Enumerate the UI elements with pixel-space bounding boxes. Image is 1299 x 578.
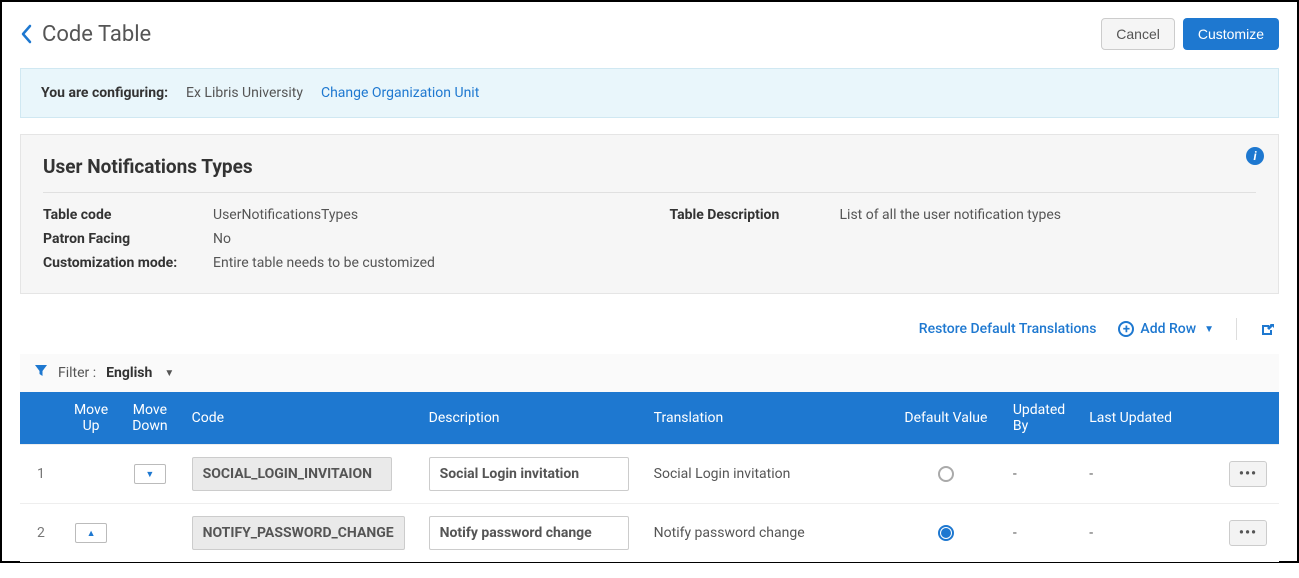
- filter-label: Filter :: [58, 365, 96, 381]
- updated-by-value: -: [1001, 504, 1077, 563]
- chevron-down-icon: ▼: [164, 368, 174, 379]
- back-chevron-icon[interactable]: [20, 24, 34, 44]
- info-icon[interactable]: i: [1246, 147, 1264, 165]
- table-row: 1 ▼ SOCIAL_LOGIN_INVITAION Social Login inv…: [20, 445, 1279, 504]
- config-label: You are configuring:: [41, 85, 168, 101]
- col-move-up: Move Up: [62, 392, 120, 445]
- code-value: NOTIFY_PASSWORD_CHANGE: [192, 516, 405, 550]
- filter-row[interactable]: Filter : English ▼: [20, 354, 1279, 392]
- table-description-label: Table Description: [670, 207, 830, 271]
- description-input[interactable]: Social Login invitation: [429, 457, 629, 491]
- row-actions-button[interactable]: •••: [1229, 520, 1267, 546]
- col-updated-by: Updated By: [1001, 392, 1077, 445]
- move-up-button[interactable]: ▲: [75, 523, 107, 543]
- col-last-updated: Last Updated: [1077, 392, 1217, 445]
- export-button[interactable]: [1259, 322, 1273, 336]
- customize-button[interactable]: Customize: [1183, 18, 1279, 50]
- config-org-name: Ex Libris University: [186, 85, 303, 101]
- add-row-button[interactable]: + Add Row ▼: [1118, 321, 1214, 337]
- panel-title: User Notifications Types: [43, 155, 1256, 178]
- table-code-label: Table code: [43, 207, 203, 223]
- plus-icon: +: [1118, 321, 1134, 337]
- details-panel: i User Notifications Types Table code Us…: [20, 134, 1279, 294]
- cancel-button[interactable]: Cancel: [1101, 18, 1175, 50]
- last-updated-value: -: [1077, 445, 1217, 504]
- translation-value: Notify password change: [642, 504, 891, 563]
- last-updated-value: -: [1077, 504, 1217, 563]
- table-row: 2 ▲ NOTIFY_PASSWORD_CHANGE Notify password …: [20, 504, 1279, 563]
- description-input[interactable]: Notify password change: [429, 516, 629, 550]
- code-table: Move Up Move Down Code Description Trans…: [20, 392, 1279, 562]
- col-default-value: Default Value: [891, 392, 1001, 445]
- page-title: Code Table: [42, 22, 1101, 47]
- updated-by-value: -: [1001, 445, 1077, 504]
- config-bar: You are configuring: Ex Libris Universit…: [20, 68, 1279, 118]
- code-value: SOCIAL_LOGIN_INVITAION: [192, 457, 392, 491]
- default-radio[interactable]: [938, 466, 954, 482]
- restore-translations-link[interactable]: Restore Default Translations: [919, 321, 1097, 337]
- customization-mode-value: Entire table needs to be customized: [213, 255, 630, 271]
- col-code: Code: [180, 392, 417, 445]
- col-move-down: Move Down: [120, 392, 179, 445]
- table-description-value: List of all the user notification types: [840, 207, 1257, 271]
- default-radio[interactable]: [938, 525, 954, 541]
- col-translation: Translation: [642, 392, 891, 445]
- table-code-value: UserNotificationsTypes: [213, 207, 630, 223]
- export-icon: [1259, 322, 1273, 336]
- row-number: 2: [20, 504, 62, 563]
- filter-icon: [34, 364, 48, 382]
- divider: [1236, 318, 1237, 340]
- filter-value: English: [106, 365, 152, 381]
- patron-facing-value: No: [213, 231, 630, 247]
- add-row-label: Add Row: [1140, 321, 1196, 337]
- change-org-link[interactable]: Change Organization Unit: [321, 85, 479, 101]
- move-down-button[interactable]: ▼: [134, 464, 166, 484]
- row-number: 1: [20, 445, 62, 504]
- translation-value: Social Login invitation: [642, 445, 891, 504]
- patron-facing-label: Patron Facing: [43, 231, 203, 247]
- col-description: Description: [417, 392, 642, 445]
- chevron-down-icon: ▼: [1204, 324, 1214, 335]
- row-actions-button[interactable]: •••: [1229, 461, 1267, 487]
- customization-mode-label: Customization mode:: [43, 255, 203, 271]
